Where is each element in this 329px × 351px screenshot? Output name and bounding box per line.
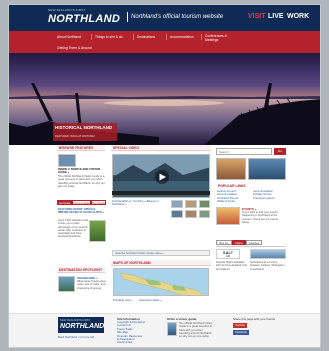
flights-right-text: Scheduled air services between Kerikeri,… [250, 261, 285, 271]
video-controls-bar[interactable] [112, 191, 210, 195]
popular-links-image-1[interactable] [216, 158, 246, 180]
hero-caption-subtitle: FEATURED: WAKA AT WAITANGI [55, 135, 95, 138]
flights-left-text: Regular flights available with Air New Z… [216, 261, 247, 271]
hero-caption[interactable]: HISTORICAL NORTHLAND FEATURED: WAKA AT W… [53, 123, 117, 141]
video-thumb-3[interactable] [199, 200, 210, 208]
browse-features-heading: BROWSE FEATURES [57, 145, 105, 151]
destination-spotlight-heading: DESTINATION SPOTLIGHT [57, 267, 105, 273]
site-header: NEW ZEALAND'S FIRST NORTHLAND Northland'… [9, 5, 320, 31]
featured-offer-title[interactable]: FEATURED OFFER: SPECIAL WINTER OFFER AT … [58, 208, 106, 214]
order-guide-text: The official Northland Visitor Guide is … [179, 322, 213, 339]
nav-things-to-do[interactable]: Things to see & do [95, 35, 123, 39]
footer-logo-box[interactable]: NEW ZEALAND'S FIRST NORTHLAND [58, 317, 104, 333]
site-info-link[interactable]: Useful Links [117, 341, 163, 345]
visitor-guide-text: The official Northland Visitor Guide is … [58, 175, 105, 188]
tab-rent-deals[interactable]: Rent Deals [91, 200, 106, 205]
site-info-links: Copyright & Disclaimer Contact Us Travel… [117, 320, 163, 345]
popular-links-col2: Accommodation Holiday homes Transport op… [253, 189, 287, 200]
interactive-maps-link[interactable]: Interactive Maps » [139, 298, 162, 302]
featured-offer-image[interactable] [89, 220, 106, 242]
popular-link[interactable]: Transport options [253, 196, 287, 200]
visitor-guide-cover[interactable] [167, 322, 177, 336]
tab-accommodation[interactable]: Accommodation [72, 200, 92, 205]
tab-bus-ins[interactable]: Bus Ins [216, 240, 232, 245]
northland-logo[interactable]: NORTHLAND [48, 13, 120, 25]
nav-about-northland[interactable]: About Northland [57, 35, 81, 39]
video-thumb-4[interactable] [171, 210, 183, 218]
visitor-guide-thumbnail[interactable] [58, 154, 76, 167]
special-video-heading: SPECIAL VIDEO [111, 145, 211, 151]
logo-tagline-small: NEW ZEALAND'S FIRST [48, 8, 86, 12]
popular-link[interactable]: Walks & Treks [217, 199, 251, 203]
share-heading: Share this page with your friends [233, 317, 276, 321]
nav-conferences[interactable]: Conferences & Meetings [205, 34, 237, 42]
spotlight-image[interactable] [58, 276, 75, 292]
view-guide-online-button[interactable]: View the Northland Visitor Guide online … [112, 250, 210, 256]
live-link[interactable]: LIVE [268, 13, 284, 20]
popular-links-col1: Getting around Accommodation Northland E… [217, 189, 251, 204]
events-text: If you want to find your events happenin… [242, 211, 279, 224]
video-thumb-6[interactable] [199, 210, 210, 218]
footer-logo-small: NEW ZEALAND'S FIRST [60, 319, 91, 322]
header-divider [127, 12, 128, 22]
nav-destinations[interactable]: Destinations [137, 35, 155, 39]
web-page: NEW ZEALAND'S FIRST NORTHLAND Northland'… [8, 4, 321, 348]
nav-accommodation[interactable]: Accommodation [170, 35, 194, 39]
site-footer: NEW ZEALAND'S FIRST NORTHLAND Back North… [9, 313, 320, 347]
events-image[interactable] [216, 207, 240, 225]
salt-air-logo[interactable]: SALT AIR [216, 249, 240, 259]
facebook-button[interactable]: Facebook [233, 330, 249, 335]
visitor-guide-title[interactable]: INSIDE A NORTHLAND VISITOR GUIDE » [58, 167, 106, 174]
search-input[interactable] [216, 148, 272, 155]
order-guide-heading: Order a visitor guide [167, 317, 197, 321]
search-button[interactable]: Go [274, 148, 286, 155]
tab-coaches[interactable]: Coaches [246, 240, 262, 245]
footer-bottom-link[interactable]: Back Northland • Lit to be left [58, 335, 108, 339]
video-caption-link[interactable]: NorthlandNZ on YouTube » Based on Northl… [112, 199, 168, 207]
spotlight-text: Whangarei boasts great cafes, arts & cra… [77, 280, 106, 290]
visit-link[interactable]: VISIT [248, 13, 266, 20]
nav-getting-there[interactable]: Getting There & Around [57, 46, 92, 50]
work-link[interactable]: WORK [287, 13, 309, 20]
popular-links-image-2[interactable] [248, 158, 286, 180]
featured-offer-text: Kauri Cliffs website's and invites you t… [58, 219, 88, 239]
tab-hot-deals[interactable]: Hot Deals [57, 200, 72, 205]
flights-image[interactable] [250, 249, 286, 259]
site-tagline: Northland's official tourism website [131, 14, 224, 20]
hero-caption-title: HISTORICAL NORTHLAND [55, 125, 113, 130]
main-navigation: About Northland Things to see & do Desti… [9, 31, 320, 53]
video-thumb-2[interactable] [185, 200, 197, 208]
video-thumb-1[interactable] [171, 200, 183, 208]
northland-map[interactable] [113, 268, 209, 296]
video-thumb-5[interactable] [185, 210, 197, 218]
youtube-button[interactable]: YouTube [233, 323, 247, 328]
tab-flights[interactable]: Flights [232, 240, 246, 245]
printable-map-link[interactable]: Printable map » [113, 298, 133, 302]
maps-heading: MAPS OF NORTHLAND [111, 260, 211, 266]
footer-logo-main: NORTHLAND [60, 323, 105, 330]
